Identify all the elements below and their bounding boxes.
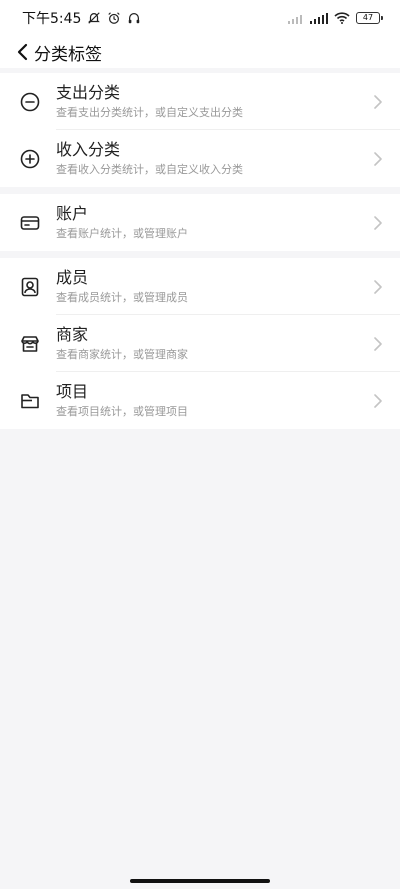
- card-icon: [20, 215, 40, 230]
- headphones-icon: [129, 13, 140, 24]
- bell-off-icon: [88, 12, 101, 24]
- list-item-merchant[interactable]: 商家 查看商家统计，或管理商家: [0, 315, 400, 372]
- list-item-project[interactable]: 项目 查看项目统计，或管理项目: [0, 372, 400, 429]
- battery-level: 47: [362, 13, 374, 22]
- item-subtitle: 查看成员统计，或管理成员: [56, 291, 188, 304]
- item-subtitle: 查看收入分类统计，或自定义收入分类: [56, 163, 243, 176]
- list-item-income-category[interactable]: 收入分类 查看收入分类统计，或自定义收入分类: [0, 130, 400, 187]
- wifi-icon: [334, 12, 350, 24]
- item-subtitle: 查看商家统计，或管理商家: [56, 348, 188, 361]
- nav-bar: 分类标签: [0, 36, 400, 68]
- folder-icon: [21, 393, 39, 408]
- status-bar: 下午5:45 47: [0, 0, 400, 36]
- home-indicator[interactable]: [130, 879, 270, 883]
- status-left: 下午5:45: [22, 8, 141, 28]
- person-icon: [21, 277, 39, 296]
- item-subtitle: 查看账户统计，或管理账户: [56, 227, 188, 240]
- list-item-account[interactable]: 账户 查看账户统计，或管理账户: [0, 194, 400, 251]
- plus-circle-icon: [20, 149, 40, 168]
- item-subtitle: 查看项目统计，或管理项目: [56, 405, 188, 418]
- minus-circle-icon: [20, 92, 40, 111]
- chevron-left-icon: [17, 43, 28, 61]
- back-button[interactable]: [12, 40, 32, 64]
- signal-weak-icon: [288, 15, 302, 24]
- chevron-right-icon: [374, 393, 382, 408]
- list-item-member[interactable]: 成员 查看成员统计，或管理成员: [0, 258, 400, 315]
- group-categories: 支出分类 查看支出分类统计，或自定义支出分类 收入分类 查看收入分类统计，或自定…: [0, 73, 400, 187]
- page-title: 分类标签: [34, 44, 102, 65]
- battery-icon: 47: [356, 12, 383, 24]
- group-other: 成员 查看成员统计，或管理成员 商家 查看商家统计，或管理商家 项目 查看项目统…: [0, 258, 400, 429]
- status-right: 47: [288, 12, 383, 24]
- signal-icon: [310, 13, 328, 24]
- item-subtitle: 查看支出分类统计，或自定义支出分类: [56, 106, 243, 119]
- chevron-right-icon: [374, 94, 382, 109]
- alarm-icon: [108, 12, 121, 24]
- item-title: 收入分类: [56, 140, 121, 159]
- chevron-right-icon: [374, 151, 382, 166]
- item-title: 账户: [56, 204, 89, 223]
- chevron-right-icon: [374, 215, 382, 230]
- group-accounts: 账户 查看账户统计，或管理账户: [0, 194, 400, 251]
- status-time: 下午5:45: [22, 11, 82, 27]
- item-title: 成员: [56, 268, 89, 287]
- chevron-right-icon: [374, 336, 382, 351]
- chevron-right-icon: [374, 279, 382, 294]
- item-title: 项目: [56, 382, 89, 401]
- store-icon: [21, 335, 39, 352]
- item-title: 支出分类: [56, 83, 121, 102]
- item-title: 商家: [56, 325, 89, 344]
- list-item-expense-category[interactable]: 支出分类 查看支出分类统计，或自定义支出分类: [0, 73, 400, 130]
